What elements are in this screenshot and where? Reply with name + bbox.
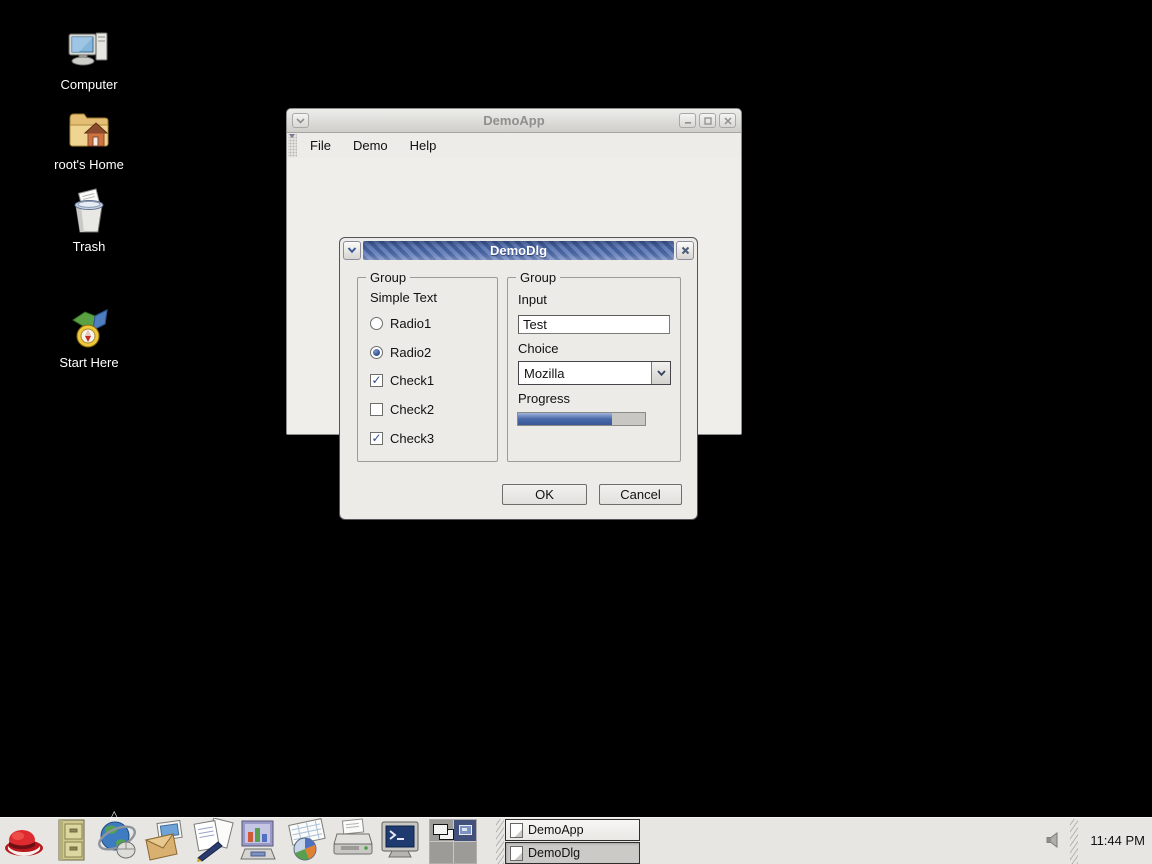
trash-icon [34,186,144,236]
progress-bar [517,412,646,426]
simple-text-label: Simple Text [370,290,437,305]
dialog-titlebar-stripes: DemoDlg [363,241,674,260]
printer-icon[interactable] [331,818,375,862]
choice-combobox[interactable]: Mozilla [518,361,671,385]
start-here-icon [34,302,144,352]
radio-label: Radio2 [390,345,431,360]
demoapp-window-title: DemoApp [287,113,741,128]
combobox-dropdown-button[interactable] [651,362,670,384]
window-task-list: DemoApp DemoDlg [505,819,640,864]
home-folder-icon [34,104,144,154]
menu-file[interactable]: File [299,138,342,153]
desktop-icon-trash[interactable]: Trash [34,186,144,254]
checkbox-option-check2[interactable]: Check2 [370,401,434,417]
combobox-value: Mozilla [519,362,651,384]
file-manager-icon[interactable] [49,818,93,862]
radio-button-icon[interactable] [370,317,383,330]
demodlg-titlebar[interactable]: DemoDlg [343,241,694,260]
progress-bar-fill [518,413,612,425]
desktop-icon-label: Start Here [34,355,144,370]
checkbox-icon[interactable] [370,403,383,416]
right-groupbox: Group Input Choice Mozilla Progress [507,277,681,462]
maximize-icon [704,117,712,125]
checkbox-option-check3[interactable]: ✓ Check3 [370,430,434,446]
desktop-icon-label: Computer [34,77,144,92]
input-label: Input [518,292,547,307]
document-icon [510,846,523,861]
maximize-button[interactable] [699,113,716,128]
menu-help[interactable]: Help [399,138,448,153]
clock[interactable]: 11:44 PM [1090,818,1145,863]
checkbox-label: Check3 [390,431,434,446]
tasklist-drag-handle[interactable] [496,819,504,864]
choice-label: Choice [518,341,558,356]
presentation-icon[interactable] [237,818,281,862]
launcher-area [2,818,422,862]
chevron-down-icon [347,247,357,254]
terminal-icon[interactable] [378,818,422,862]
workspace-1[interactable] [430,820,453,841]
clock-drag-handle[interactable] [1070,819,1078,864]
task-button-label: DemoApp [528,823,584,837]
demodlg-window-title: DemoDlg [363,241,674,260]
desktop-icon-label: root's Home [34,157,144,172]
left-group-label: Group [366,270,410,285]
document-icon [510,823,523,838]
email-icon[interactable] [143,818,187,862]
task-button-demodlg[interactable]: DemoDlg [505,842,640,864]
task-button-demoapp[interactable]: DemoApp [505,819,640,841]
chevron-down-icon [657,370,666,376]
spreadsheet-icon[interactable] [284,818,328,862]
close-button[interactable] [719,113,736,128]
desktop-icon-start-here[interactable]: Start Here [34,302,144,370]
workspace-window-thumb [459,825,472,835]
close-icon [681,246,690,255]
desktop-icon-roots-home[interactable]: root's Home [34,104,144,172]
workspace-2-active[interactable] [454,820,477,841]
desktop-icon-computer[interactable]: Computer [34,24,144,92]
demoapp-titlebar[interactable]: DemoApp [287,109,741,133]
task-button-label: DemoDlg [528,846,580,860]
checkbox-option-check1[interactable]: ✓ Check1 [370,372,434,388]
computer-icon [34,24,144,74]
workspace-3[interactable] [430,842,453,863]
progress-label: Progress [518,391,570,406]
menubar-drag-handle[interactable] [288,134,297,157]
input-field[interactable] [518,315,670,334]
red-hat-menu-icon[interactable] [2,818,46,862]
cancel-button[interactable]: Cancel [599,484,682,505]
minimize-button[interactable] [679,113,696,128]
checkbox-icon[interactable]: ✓ [370,374,383,387]
dialog-close-button[interactable] [676,241,694,260]
workspace-window-thumb [433,824,448,835]
speaker-icon[interactable] [1044,831,1064,849]
desktop-icon-label: Trash [34,239,144,254]
right-group-label: Group [516,270,560,285]
demoapp-menubar: File Demo Help [287,133,741,159]
left-groupbox: Group Simple Text Radio1Radio2 ✓Check1Ch… [357,277,498,462]
checkbox-label: Check2 [390,402,434,417]
workspace-4[interactable] [454,842,477,863]
workspace-switcher [429,819,477,864]
checkbox-icon[interactable]: ✓ [370,432,383,445]
close-icon [724,117,732,125]
radio-label: Radio1 [390,316,431,331]
ok-button[interactable]: OK [502,484,587,505]
radio-button-icon[interactable] [370,346,383,359]
word-processor-icon[interactable] [190,818,234,862]
menu-demo[interactable]: Demo [342,138,399,153]
radio-option-radio1[interactable]: Radio1 [370,315,431,331]
dialog-window-menu-button[interactable] [343,241,361,260]
minimize-icon [684,117,692,125]
demodlg-dialog: DemoDlg Group Simple Text Radio1 Radio2 ✓… [339,237,698,520]
web-browser-icon[interactable] [96,818,140,862]
checkbox-label: Check1 [390,373,434,388]
taskbar-panel: △ [0,817,1152,864]
radio-option-radio2[interactable]: Radio2 [370,344,431,360]
